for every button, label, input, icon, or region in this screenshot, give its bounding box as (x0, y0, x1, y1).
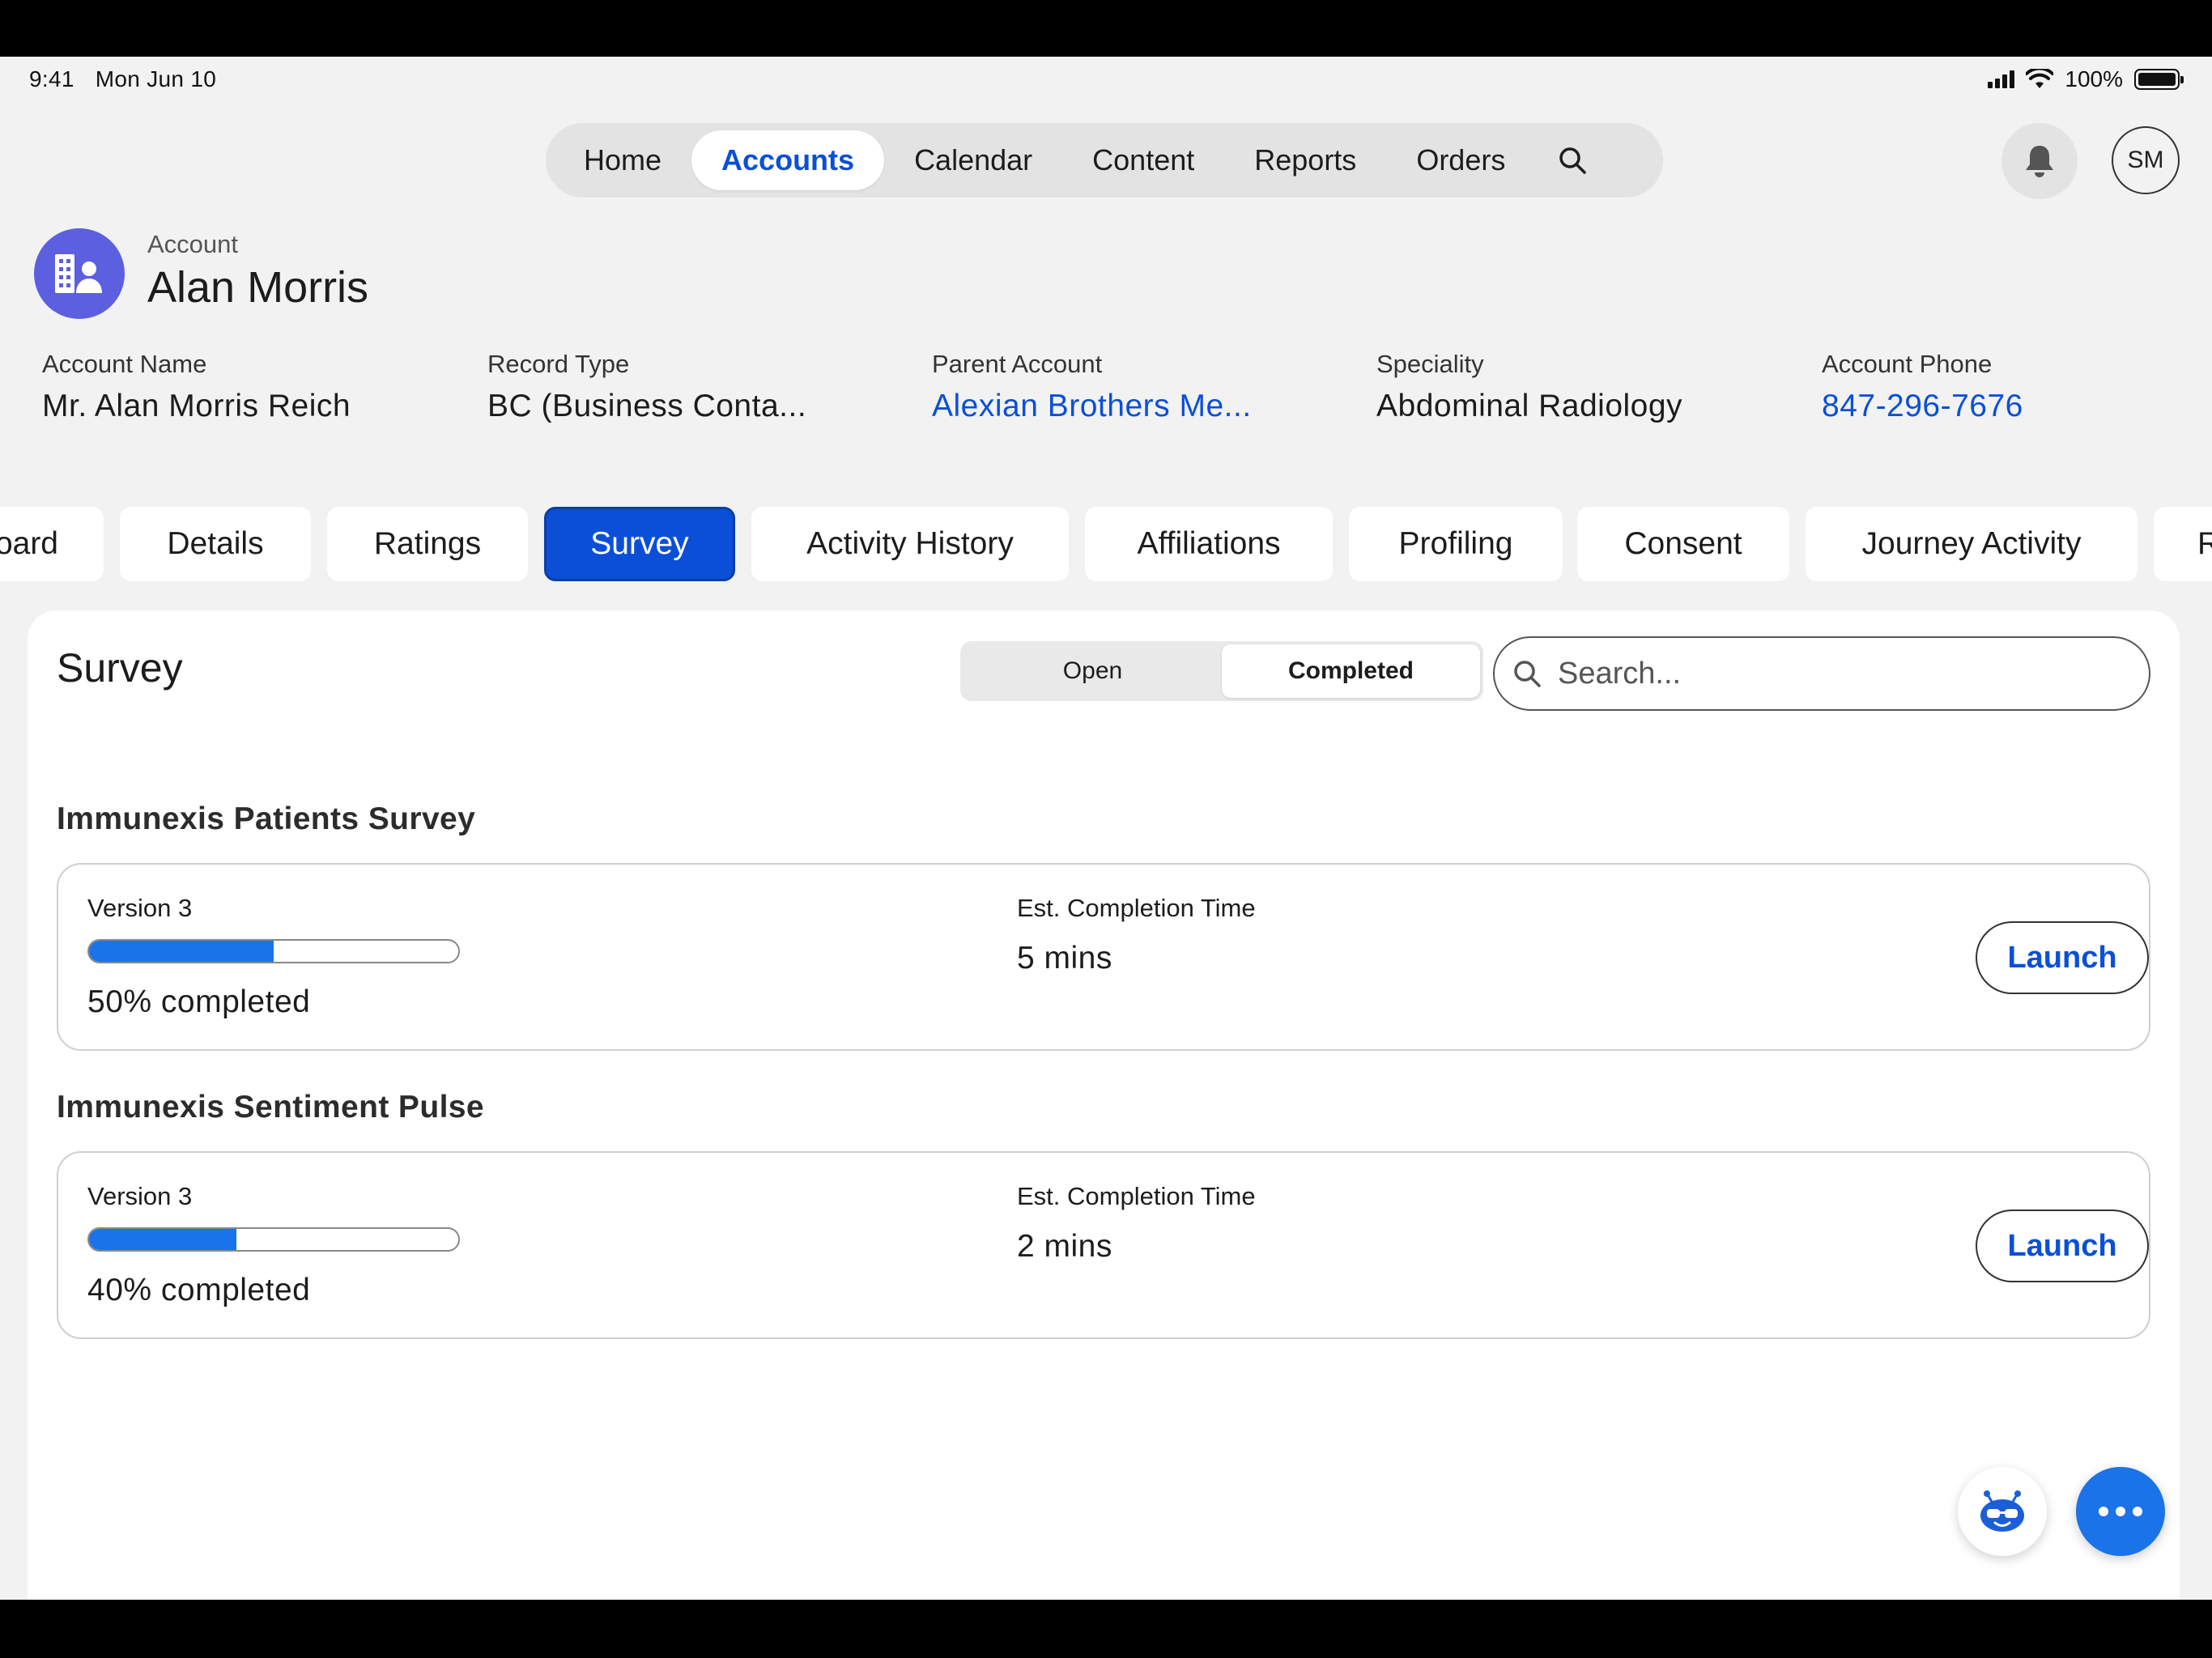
survey-progress-bar (87, 939, 460, 963)
field-value: Mr. Alan Morris Reich (42, 389, 351, 423)
nav-search-button[interactable] (1548, 130, 1597, 190)
est-completion-label: Est. Completion Time (1017, 1182, 1256, 1210)
building-person-icon (55, 254, 102, 293)
nav-home[interactable]: Home (554, 130, 691, 190)
survey-version: Version 3 (87, 894, 193, 922)
wifi-icon (2026, 69, 2054, 88)
more-actions-button[interactable] (2076, 1467, 2165, 1556)
launch-button[interactable]: Launch (1976, 921, 2149, 994)
survey-name: Immunexis Sentiment Pulse (57, 1090, 484, 1124)
tab-survey[interactable]: Survey (544, 507, 735, 581)
status-date: Mon Jun 10 (95, 66, 217, 91)
field-label: Parent Account (932, 350, 1103, 378)
tab-next[interactable]: R (2154, 507, 2212, 581)
status-segmented-control: Open Completed (960, 641, 1483, 701)
nav-content[interactable]: Content (1062, 130, 1224, 190)
est-completion-value: 5 mins (1017, 941, 1112, 976)
nav-accounts[interactable]: Accounts (691, 130, 885, 190)
survey-progress-text: 40% completed (87, 1273, 311, 1307)
account-phone-link[interactable]: 847-296-7676 (1822, 389, 2023, 424)
field-value: BC (Business Conta... (487, 389, 807, 423)
survey-row: Version 3 40% completed Est. Completion … (57, 1151, 2150, 1339)
tab-affiliations[interactable]: Affiliations (1085, 507, 1333, 581)
field-label: Speciality (1376, 350, 1484, 378)
est-completion-value: 2 mins (1017, 1229, 1112, 1264)
field-speciality: Speciality Abdominal Radiology (1376, 350, 1682, 424)
survey-title: Survey (57, 645, 183, 691)
nav-calendar[interactable]: Calendar (884, 130, 1062, 190)
field-label: Account Name (42, 350, 207, 378)
survey-progress-fill (89, 1229, 237, 1250)
field-parent-account: Parent Account Alexian Brothers Me... (932, 350, 1252, 424)
battery-icon (2134, 69, 2184, 90)
cellular-signal-icon (1988, 70, 2015, 88)
account-tabs: oard Details Ratings Survey Activity His… (0, 507, 2212, 581)
user-avatar[interactable]: SM (2112, 126, 2180, 194)
search-input[interactable] (1558, 656, 2125, 691)
tab-details[interactable]: Details (120, 507, 311, 581)
top-nav: Home Accounts Calendar Content Reports O… (546, 123, 1663, 198)
field-value: Abdominal Radiology (1376, 389, 1683, 423)
segment-open[interactable]: Open (963, 644, 1222, 698)
account-title: Alan Morris (147, 263, 369, 312)
search-icon (1559, 147, 1587, 174)
survey-version: Version 3 (87, 1182, 193, 1210)
tab-ratings[interactable]: Ratings (327, 507, 528, 581)
parent-account-link[interactable]: Alexian Brothers Me... (932, 389, 1252, 424)
tab-dashboard[interactable]: oard (0, 507, 104, 581)
survey-search (1493, 636, 2150, 711)
segment-completed[interactable]: Completed (1222, 644, 1480, 698)
field-account-phone: Account Phone 847-296-7676 (1822, 350, 2023, 424)
device-frame-top (0, 0, 2212, 57)
tab-activity-history[interactable]: Activity History (751, 507, 1069, 581)
field-label: Record Type (487, 350, 630, 378)
est-completion-label: Est. Completion Time (1017, 894, 1256, 922)
nav-orders[interactable]: Orders (1386, 130, 1535, 190)
bell-icon (2026, 146, 2053, 177)
device-frame-bottom (0, 1600, 2212, 1658)
account-icon (34, 228, 125, 319)
status-bar-left: 9:41 Mon Jun 10 (29, 66, 231, 92)
battery-percent: 100% (2065, 66, 2123, 91)
robot-assistant-icon (1980, 1490, 2024, 1532)
tab-journey-activity[interactable]: Journey Activity (1806, 507, 2138, 581)
field-account-name: Account Name Mr. Alan Morris Reich (42, 350, 351, 424)
survey-row: Version 3 50% completed Est. Completion … (57, 863, 2150, 1051)
field-label: Account Phone (1822, 350, 1993, 378)
status-time: 9:41 (29, 66, 74, 91)
launch-button[interactable]: Launch (1976, 1209, 2149, 1282)
survey-progress-fill (89, 941, 274, 962)
app-screen: 9:41 Mon Jun 10 100% Home Accounts Calen… (0, 57, 2212, 1600)
survey-name: Immunexis Patients Survey (57, 801, 476, 836)
survey-progress-text: 50% completed (87, 984, 311, 1019)
survey-progress-bar (87, 1227, 460, 1252)
search-icon (1514, 661, 1541, 687)
tab-profiling[interactable]: Profiling (1349, 507, 1563, 581)
nav-reports[interactable]: Reports (1224, 130, 1386, 190)
field-record-type: Record Type BC (Business Conta... (487, 350, 806, 424)
more-dots-icon (2099, 1507, 2108, 1516)
survey-card: Survey Open Completed Immunexis Patients… (28, 610, 2180, 1600)
account-kicker: Account (147, 230, 239, 258)
assistant-button[interactable] (1958, 1467, 2047, 1556)
tab-consent[interactable]: Consent (1577, 507, 1789, 581)
status-bar-right: 100% (1988, 66, 2184, 92)
notifications-button[interactable] (2001, 123, 2078, 199)
